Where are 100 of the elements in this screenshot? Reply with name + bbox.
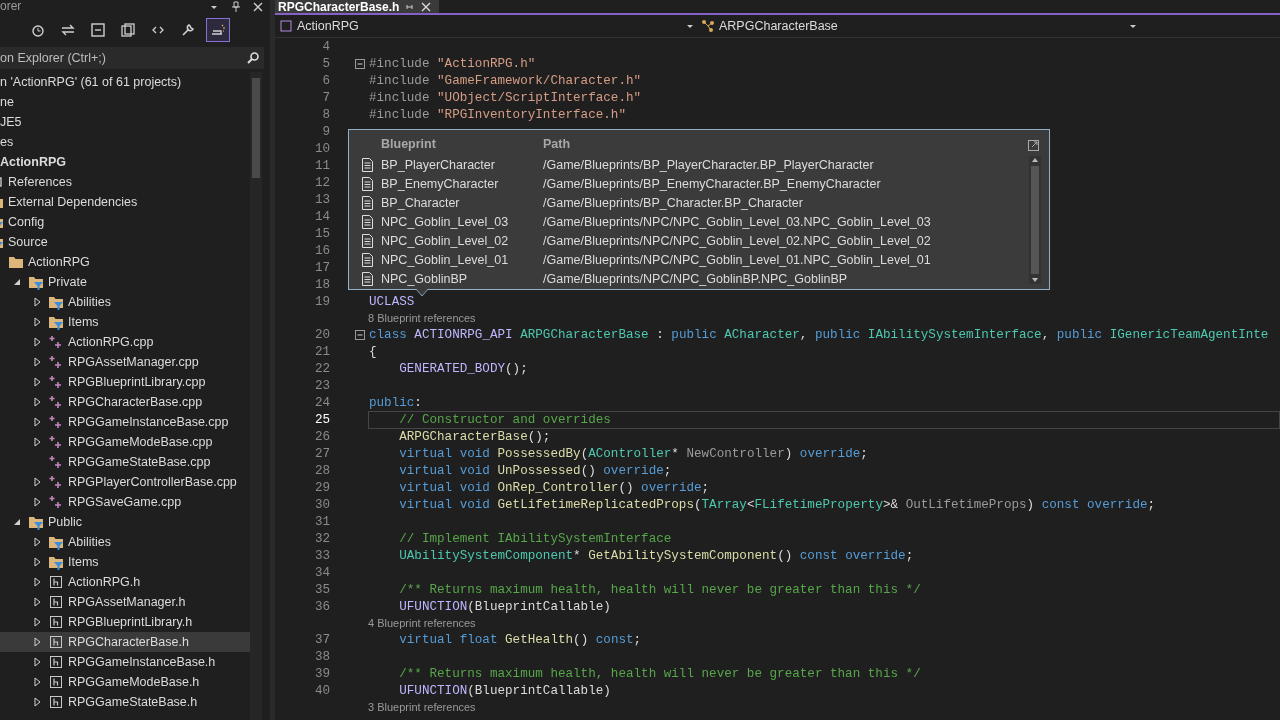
line-number: 21 bbox=[313, 345, 330, 359]
blueprint-path[interactable]: /Game/Blueprints/NPC/NPC_GoblinBP.NPC_GoblinBP bbox=[543, 271, 848, 286]
scrollbar[interactable] bbox=[1029, 156, 1041, 284]
line-number: 5 bbox=[321, 57, 330, 71]
tree-item[interactable]: ActionRPG.cpp bbox=[0, 332, 250, 352]
line-number: 12 bbox=[313, 175, 330, 190]
code-line: /** Returns maximum health, health will never be greater than this */ bbox=[398, 582, 922, 599]
search-icon[interactable] bbox=[246, 51, 260, 65]
code-line: ARPGCharacterBase(); bbox=[398, 429, 552, 446]
tree-item[interactable]: RPGGameStateBase.cpp bbox=[0, 452, 250, 472]
blueprint-name[interactable]: NPC_Goblin_Level_01 bbox=[381, 252, 509, 267]
line-number: 14 bbox=[313, 209, 330, 224]
tree-item[interactable]: n 'ActionRPG' (61 of 61 projects) bbox=[0, 72, 250, 92]
search-field[interactable]: on Explorer (Ctrl+;) bbox=[0, 47, 264, 69]
cpp-file-icon bbox=[48, 334, 64, 350]
code-line: GENERATED_BODY(); bbox=[398, 361, 529, 378]
column-header: Blueprint bbox=[381, 136, 436, 151]
tree-item[interactable]: ActionRPG.h bbox=[0, 572, 250, 592]
code-line: virtual float GetHealth() const; bbox=[398, 632, 643, 649]
tree-item[interactable]: ActionRPG bbox=[0, 252, 250, 272]
tree-item[interactable]: RPGBlueprintLibrary.h bbox=[0, 612, 250, 632]
line-number: 35 bbox=[313, 583, 330, 597]
line-number: 32 bbox=[313, 532, 330, 546]
tree-item[interactable]: RPGGameStateBase.h bbox=[0, 692, 250, 712]
tree-item[interactable]: Items bbox=[0, 312, 250, 332]
blueprint-name[interactable]: NPC_GoblinBP bbox=[381, 271, 468, 286]
collapse-icon[interactable] bbox=[355, 59, 365, 69]
tree-item[interactable]: RPGGameModeBase.cpp bbox=[0, 432, 250, 452]
blueprint-path[interactable]: /Game/Blueprints/BP_Character.BP_Character bbox=[543, 195, 803, 210]
tree-item[interactable]: es bbox=[0, 132, 250, 152]
cpp-file-icon bbox=[48, 354, 64, 370]
code-line: UAbilitySystemComponent* GetAbilitySystemComponent() const override; bbox=[398, 548, 915, 565]
line-number: 24 bbox=[313, 396, 330, 410]
tree-item[interactable]: RPGBlueprintLibrary.cpp bbox=[0, 372, 250, 392]
editor-tab[interactable]: RPGCharacterBase.h bbox=[275, 0, 440, 13]
blueprint-name[interactable]: BP_Character bbox=[381, 195, 460, 210]
line-number: 20 bbox=[313, 328, 330, 342]
codelens-link[interactable]: 8 Blueprint references bbox=[368, 312, 476, 324]
pin-icon[interactable] bbox=[230, 1, 242, 13]
folder-icon bbox=[8, 254, 24, 270]
tree-item[interactable]: RPGSaveGame.cpp bbox=[0, 492, 250, 512]
blueprint-name[interactable]: NPC_Goblin_Level_03 bbox=[381, 214, 509, 229]
tree-item[interactable]: RPGGameInstanceBase.cpp bbox=[0, 412, 250, 432]
line-number: 40 bbox=[313, 684, 330, 698]
close-icon[interactable] bbox=[252, 1, 264, 13]
cpp-file-icon bbox=[48, 454, 64, 470]
filter-folder-icon bbox=[48, 554, 64, 570]
document-icon bbox=[361, 214, 374, 229]
scroll-up-icon[interactable] bbox=[1031, 156, 1039, 164]
code-line: { bbox=[368, 344, 378, 361]
tree-item[interactable]: RPGCharacterBase.cpp bbox=[0, 392, 250, 412]
tree-item[interactable]: References bbox=[0, 172, 250, 192]
blueprint-path[interactable]: /Game/Blueprints/NPC/NPC_Goblin_Level_01.NPC_Goblin_Level_01 bbox=[543, 252, 931, 267]
scroll-down-icon[interactable] bbox=[1031, 276, 1039, 284]
line-number: 28 bbox=[313, 464, 330, 478]
tree-item[interactable]: RPGGameModeBase.h bbox=[0, 672, 250, 692]
codelens-link[interactable]: 4 Blueprint references bbox=[368, 617, 476, 629]
tree-item[interactable]: Private bbox=[0, 272, 250, 292]
collapse-icon[interactable] bbox=[355, 330, 365, 340]
line-number: 9 bbox=[321, 124, 330, 139]
tree-item[interactable]: Abilities bbox=[0, 292, 250, 312]
tree-item[interactable]: RPGPlayerControllerBase.cpp bbox=[0, 472, 250, 492]
toolbar-button[interactable] bbox=[206, 18, 230, 42]
tree-item[interactable]: Items bbox=[0, 552, 250, 572]
blueprint-name[interactable]: BP_EnemyCharacter bbox=[381, 176, 499, 191]
blueprint-name[interactable]: NPC_Goblin_Level_02 bbox=[381, 233, 509, 248]
tree-item[interactable]: RPGCharacterBase.h bbox=[0, 632, 250, 652]
codelens-link[interactable]: 3 Blueprint references bbox=[368, 701, 476, 713]
tree-item[interactable]: Abilities bbox=[0, 532, 250, 552]
blueprint-path[interactable]: /Game/Blueprints/BP_EnemyCharacter.BP_EnemyCharacter bbox=[543, 176, 881, 191]
tree-item[interactable]: RPGAssetManager.cpp bbox=[0, 352, 250, 372]
code-line: UCLASS bbox=[368, 294, 416, 311]
blueprint-path[interactable]: /Game/Blueprints/NPC/NPC_Goblin_Level_02.NPC_Goblin_Level_02 bbox=[543, 233, 931, 248]
tree-item[interactable]: RPGAssetManager.h bbox=[0, 592, 250, 612]
project-dropdown[interactable]: ActionRPG bbox=[275, 16, 697, 36]
blueprint-name[interactable]: BP_PlayerCharacter bbox=[381, 157, 495, 172]
tree-item[interactable]: Public bbox=[0, 512, 250, 532]
tree-item[interactable]: ActionRPG bbox=[0, 152, 250, 172]
line-number: 15 bbox=[313, 226, 330, 241]
tree-item[interactable]: Source bbox=[0, 232, 250, 252]
line-number: 13 bbox=[313, 192, 330, 207]
blueprint-path[interactable]: /Game/Blueprints/NPC/NPC_Goblin_Level_03.NPC_Goblin_Level_03 bbox=[543, 214, 931, 229]
tree-item[interactable]: Config bbox=[0, 212, 250, 232]
code-line: virtual void OnRep_Controller() override; bbox=[398, 480, 711, 497]
close-icon[interactable] bbox=[421, 1, 432, 12]
tree-item[interactable]: JE5 bbox=[0, 112, 250, 132]
code-line: UFUNCTION(BlueprintCallable) bbox=[398, 599, 612, 616]
scrollbar[interactable] bbox=[250, 72, 262, 720]
line-number: 18 bbox=[313, 277, 330, 292]
line-number: 26 bbox=[313, 430, 330, 444]
line-number: 8 bbox=[321, 108, 330, 122]
blueprint-path[interactable]: /Game/Blueprints/BP_PlayerCharacter.BP_PlayerCharacter bbox=[543, 157, 874, 172]
tree-item[interactable]: External Dependencies bbox=[0, 192, 250, 212]
maximize-icon[interactable] bbox=[1028, 140, 1039, 151]
tree-item[interactable]: RPGGameInstanceBase.h bbox=[0, 652, 250, 672]
document-icon bbox=[361, 252, 374, 267]
code-line: public: bbox=[368, 395, 423, 412]
scope-dropdown[interactable]: ARPGCharacterBase bbox=[697, 16, 1140, 36]
tree-item[interactable]: ne bbox=[0, 92, 250, 112]
document-icon bbox=[361, 157, 374, 172]
